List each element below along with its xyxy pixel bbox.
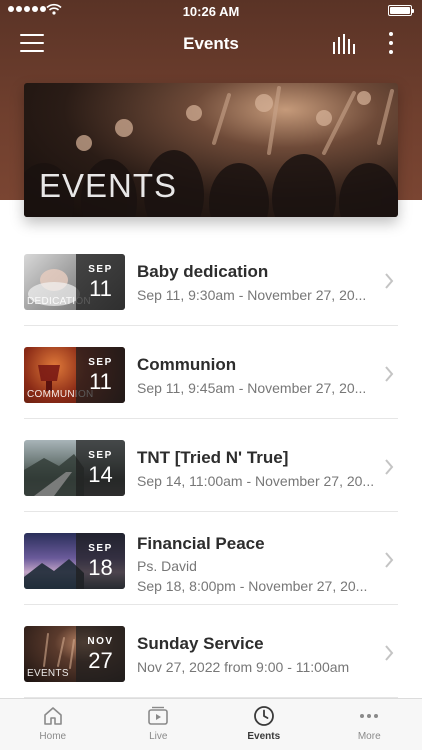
event-datetime: Sep 11, 9:30am - November 27, 20... [137, 287, 367, 303]
date-badge: SEP 18 [76, 533, 125, 589]
date-badge: NOV 27 [76, 626, 125, 682]
battery-icon [388, 5, 414, 16]
event-datetime: Nov 27, 2022 from 9:00 - 11:00am [137, 659, 350, 675]
event-title: Baby dedication [137, 262, 269, 281]
home-icon [43, 707, 62, 725]
event-title: Sunday Service [137, 634, 264, 653]
event-datetime: Sep 18, 8:00pm - November 27, 20... [137, 578, 368, 594]
event-list: DEDICATION SEP 11 Baby dedication Sep 11… [24, 233, 398, 698]
date-month: SEP [88, 543, 113, 554]
date-badge: SEP 11 [76, 254, 125, 310]
tab-events[interactable]: Events [211, 699, 317, 750]
banner-title: EVENTS [39, 167, 178, 204]
date-month: SEP [88, 357, 113, 368]
tab-home[interactable]: Home [0, 699, 106, 750]
audio-bars-icon[interactable] [332, 34, 356, 54]
chevron-right-icon [385, 459, 394, 475]
event-item-sunday-service[interactable]: EVENTS NOV 27 Sunday Service Nov 27, 202… [24, 605, 398, 698]
event-item-tnt[interactable]: SEP 14 TNT [Tried N' True] Sep 14, 11:00… [24, 419, 398, 512]
date-month: NOV [87, 636, 114, 647]
event-item-financial-peace[interactable]: SEP 18 Financial Peace Ps. David Sep 18,… [24, 512, 398, 605]
event-title: Communion [137, 355, 237, 374]
event-thumbnail: SEP 14 [24, 440, 125, 496]
event-datetime: Sep 14, 11:00am - November 27, 20... [137, 473, 375, 489]
event-thumbnail: DEDICATION SEP 11 [24, 254, 125, 310]
chevron-right-icon [385, 366, 394, 382]
page-title: Events [183, 34, 239, 53]
nav-bar: Events [0, 22, 422, 66]
events-banner: EVENTS [24, 83, 398, 217]
event-title: TNT [Tried N' True] [137, 448, 289, 467]
event-speaker: Ps. David [137, 558, 197, 574]
event-datetime: Sep 11, 9:45am - November 27, 20... [137, 380, 367, 396]
event-item-baby-dedication[interactable]: DEDICATION SEP 11 Baby dedication Sep 11… [24, 233, 398, 326]
chevron-right-icon [385, 645, 394, 661]
date-day: 11 [89, 369, 112, 394]
date-badge: SEP 11 [76, 347, 125, 403]
date-day: 11 [89, 276, 112, 301]
tab-label: Home [39, 731, 67, 742]
tab-label: More [357, 731, 381, 742]
event-thumbnail: SEP 18 [24, 533, 125, 589]
tab-bar: Home Live Events More [0, 698, 422, 750]
event-thumbnail: COMMUNION SEP 11 [24, 347, 125, 403]
date-day: 18 [88, 555, 113, 580]
play-icon [148, 706, 169, 725]
event-thumbnail: EVENTS NOV 27 [24, 626, 125, 682]
tab-label: Events [247, 731, 281, 742]
thumbnail-caption: EVENTS [27, 668, 69, 679]
date-month: SEP [88, 264, 113, 275]
date-day: 14 [88, 462, 113, 487]
date-badge: SEP 14 [76, 440, 125, 496]
clock-icon [253, 706, 274, 726]
chevron-right-icon [385, 552, 394, 568]
status-bar: 10:26 AM [0, 0, 422, 22]
tab-label: Live [149, 731, 168, 742]
tab-more[interactable]: More [317, 699, 422, 750]
more-dots-icon [360, 714, 379, 718]
date-month: SEP [88, 450, 113, 461]
date-day: 27 [88, 648, 113, 673]
tab-live[interactable]: Live [106, 699, 212, 750]
event-title: Financial Peace [137, 534, 265, 553]
event-item-communion[interactable]: COMMUNION SEP 11 Communion Sep 11, 9:45a… [24, 326, 398, 419]
vertical-dots-icon[interactable] [386, 32, 396, 56]
status-time: 10:26 AM [182, 4, 240, 19]
chevron-right-icon [385, 273, 394, 289]
